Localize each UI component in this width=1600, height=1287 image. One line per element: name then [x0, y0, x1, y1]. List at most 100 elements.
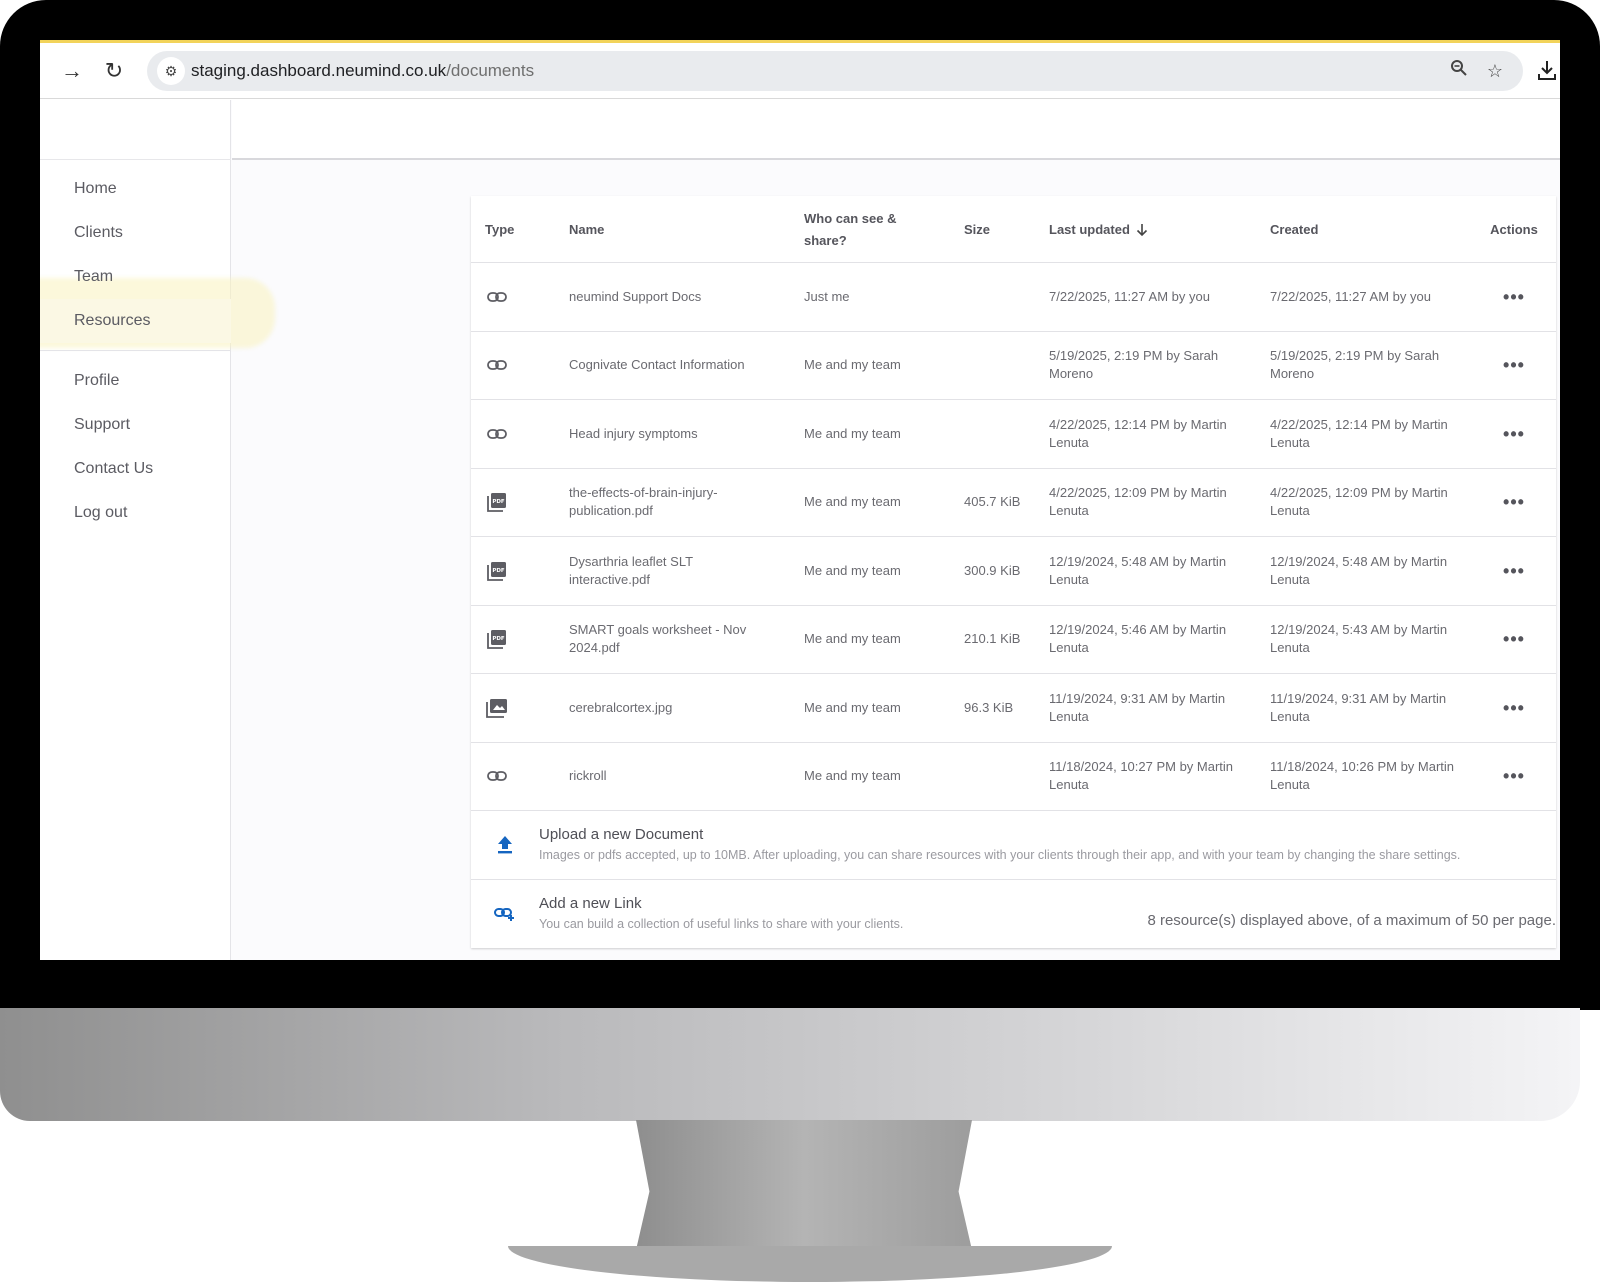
more-options-icon[interactable]: •••	[1503, 356, 1525, 374]
header-last-updated-label: Last updated	[1049, 221, 1130, 237]
share-cell: Me and my team	[804, 494, 901, 510]
table-row[interactable]: cerebralcortex.jpg Me and my team 96.3 KiB…	[471, 674, 1556, 743]
zoom-icon[interactable]	[1447, 59, 1471, 83]
more-options-icon[interactable]: •••	[1503, 288, 1525, 306]
url-path: /documents	[446, 61, 535, 80]
type-cell	[485, 332, 525, 400]
sidebar: Home Clients Team Resources Profile Supp…	[40, 100, 275, 960]
table-row[interactable]: PDF the-effects-of-brain-injury-publicati…	[471, 469, 1556, 537]
sidebar-item-resources[interactable]: Resources	[40, 299, 231, 343]
header-last-updated[interactable]: Last updated	[1049, 196, 1249, 263]
header-name[interactable]: Name	[569, 196, 769, 263]
type-cell: PDF	[485, 469, 525, 537]
arrow-down-icon	[1136, 223, 1148, 237]
add-link-title: Add a new Link	[539, 894, 642, 912]
size-cell	[964, 400, 1024, 468]
pdf-icon: PDF	[485, 559, 509, 583]
name-cell[interactable]: neumind Support Docs	[569, 263, 769, 331]
row-actions: •••	[1487, 674, 1541, 742]
table-row[interactable]: PDF Dysarthria leaflet SLT interactive.pd…	[471, 537, 1556, 606]
row-actions: •••	[1487, 606, 1541, 674]
more-options-icon[interactable]: •••	[1503, 562, 1525, 580]
created-cell: 11/19/2024, 9:31 AM by Martin Lenuta	[1270, 690, 1447, 724]
bookmark-star-icon[interactable]: ☆	[1483, 59, 1507, 83]
forward-button[interactable]: →	[58, 57, 86, 85]
app-topbar	[232, 100, 1560, 160]
share-cell: Me and my team	[804, 562, 901, 578]
table-row[interactable]: Head injury symptoms Me and my team 4/22/2…	[471, 400, 1556, 469]
size-cell: 210.1 KiB	[964, 631, 1021, 647]
last-updated-cell: 5/19/2025, 2:19 PM by Sarah Moreno	[1049, 348, 1219, 382]
more-options-icon[interactable]: •••	[1503, 425, 1525, 443]
sidebar-divider	[40, 350, 231, 351]
reload-button[interactable]: ↻	[100, 57, 128, 85]
header-share[interactable]: Who can see & share?	[804, 196, 914, 263]
more-options-icon[interactable]: •••	[1503, 699, 1525, 717]
name-cell[interactable]: the-effects-of-brain-injury-publication.…	[569, 469, 769, 537]
table-row[interactable]: Cognivate Contact Information Me and my t…	[471, 332, 1556, 400]
name-cell[interactable]: rickroll	[569, 743, 769, 811]
sidebar-item-clients[interactable]: Clients	[40, 211, 231, 255]
type-cell	[485, 743, 525, 811]
sidebar-header	[40, 100, 231, 160]
size-cell	[964, 332, 1024, 400]
sidebar-item-support[interactable]: Support	[40, 403, 231, 447]
sidebar-item-team[interactable]: Team	[40, 255, 231, 299]
sidebar-item-contact-us[interactable]: Contact Us	[40, 447, 231, 491]
pagination-note: 8 resource(s) displayed above, of a maxi…	[1147, 912, 1556, 929]
monitor-chin	[0, 1008, 1580, 1121]
more-options-icon[interactable]: •••	[1503, 493, 1525, 511]
header-type[interactable]: Type	[485, 196, 525, 263]
created-cell: 7/22/2025, 11:27 AM by you	[1270, 288, 1431, 304]
link-icon	[485, 285, 509, 309]
name-cell[interactable]: Cognivate Contact Information	[569, 332, 769, 400]
url-text: staging.dashboard.neumind.co.uk/document…	[191, 61, 534, 81]
header-size[interactable]: Size	[964, 196, 1034, 263]
last-updated-cell: 7/22/2025, 11:27 AM by you	[1049, 288, 1210, 304]
sidebar-item-profile[interactable]: Profile	[40, 359, 231, 403]
pdf-icon: PDF	[485, 627, 509, 651]
name-cell[interactable]: Head injury symptoms	[569, 400, 769, 468]
created-cell: 12/19/2024, 5:48 AM by Martin Lenuta	[1270, 553, 1448, 587]
upload-title: Upload a new Document	[539, 826, 704, 843]
name-cell[interactable]: Dysarthria leaflet SLT interactive.pdf	[569, 537, 769, 605]
image-icon	[485, 696, 509, 720]
row-actions: •••	[1487, 400, 1541, 468]
link-icon	[485, 764, 509, 788]
size-cell	[964, 743, 1024, 811]
table-row[interactable]: rickroll Me and my team 11/18/2024, 10:27 …	[471, 743, 1556, 811]
address-bar[interactable]: ⚙ staging.dashboard.neumind.co.uk/docume…	[147, 51, 1523, 91]
share-cell: Just me	[804, 288, 850, 304]
upload-description: Images or pdfs accepted, up to 10MB. Aft…	[539, 848, 1461, 862]
table-row[interactable]: neumind Support Docs Just me 7/22/2025, 11…	[471, 263, 1556, 332]
monitor-stand	[636, 1120, 972, 1250]
type-cell: PDF	[485, 537, 525, 605]
type-cell: PDF	[485, 606, 525, 674]
sidebar-item-home[interactable]: Home	[40, 167, 231, 211]
browser-toolbar: → ↻ ⚙ staging.dashboard.neumind.co.uk/do…	[40, 43, 1560, 99]
url-host: staging.dashboard.neumind.co.uk	[191, 61, 447, 80]
name-cell[interactable]: SMART goals worksheet - Nov 2024.pdf	[569, 606, 769, 674]
site-info-icon[interactable]: ⚙	[157, 57, 185, 85]
monitor-stand-base	[508, 1246, 1112, 1282]
svg-text:PDF: PDF	[492, 499, 505, 505]
last-updated-cell: 12/19/2024, 5:46 AM by Martin Lenuta	[1049, 622, 1227, 656]
header-created[interactable]: Created	[1270, 196, 1470, 263]
table-row[interactable]: PDF SMART goals worksheet - Nov 2024.pdf M…	[471, 606, 1556, 674]
type-cell	[485, 674, 525, 742]
app-shell: Home Clients Team Resources Profile Supp…	[40, 100, 1560, 960]
row-actions: •••	[1487, 332, 1541, 400]
row-actions: •••	[1487, 263, 1541, 331]
table-body: neumind Support Docs Just me 7/22/2025, 11…	[471, 263, 1556, 811]
sidebar-item-log-out[interactable]: Log out	[40, 491, 231, 535]
upload-icon	[493, 833, 517, 857]
download-icon[interactable]	[1536, 59, 1560, 83]
share-cell: Me and my team	[804, 699, 901, 715]
more-options-icon[interactable]: •••	[1503, 767, 1525, 785]
name-cell[interactable]: cerebralcortex.jpg	[569, 674, 769, 742]
svg-text:PDF: PDF	[492, 568, 505, 574]
upload-document-row[interactable]: Upload a new Document Images or pdfs acc…	[471, 811, 1556, 880]
share-cell: Me and my team	[804, 425, 901, 441]
last-updated-cell: 4/22/2025, 12:09 PM by Martin Lenuta	[1049, 485, 1227, 519]
more-options-icon[interactable]: •••	[1503, 630, 1525, 648]
